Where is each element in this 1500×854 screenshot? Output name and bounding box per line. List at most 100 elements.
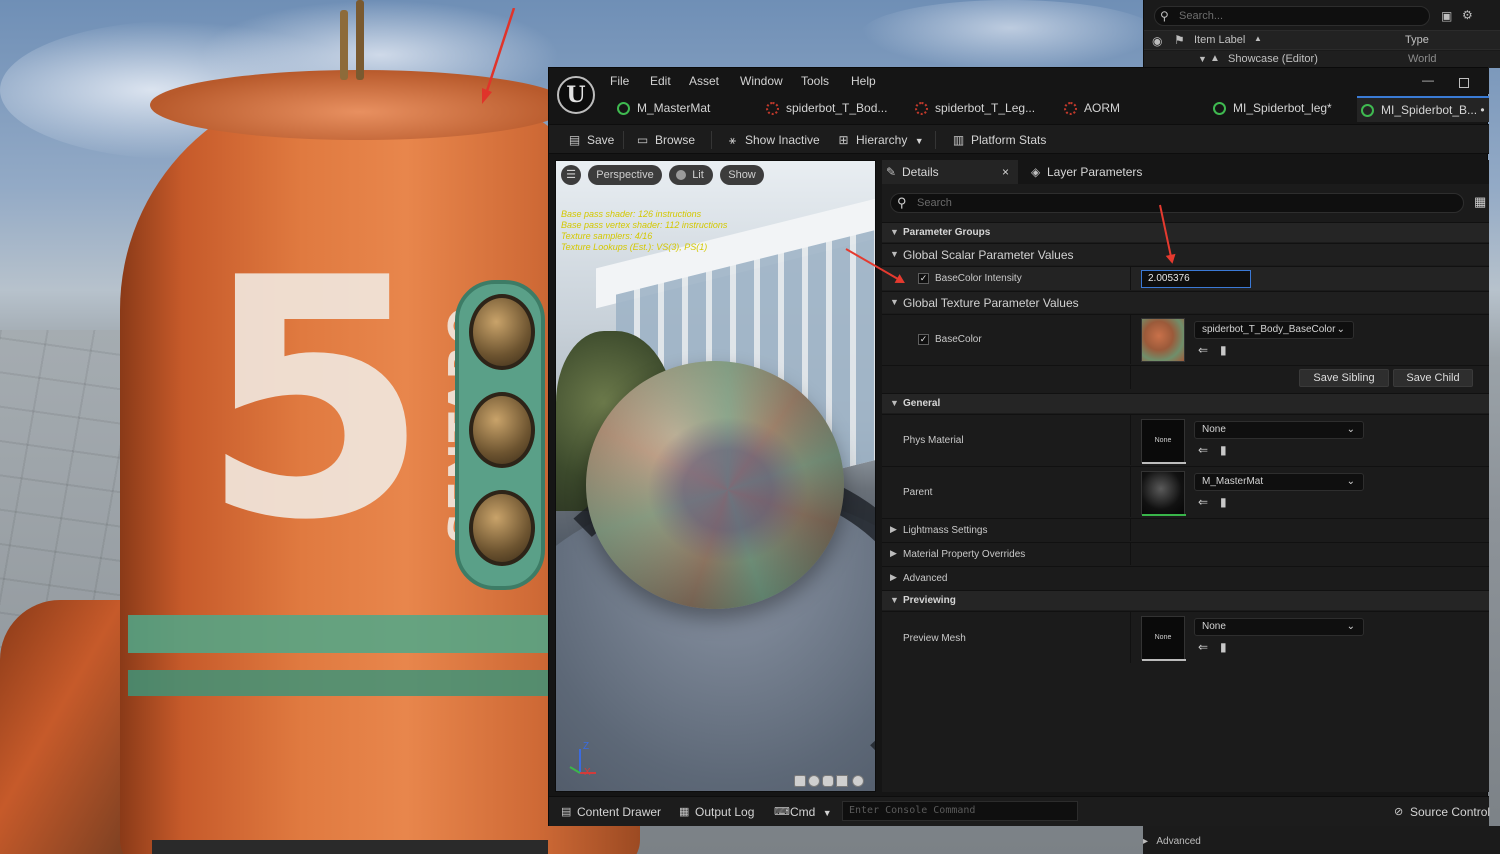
use-selected-arrow-icon[interactable]: ⇐: [1198, 640, 1208, 654]
tab-details[interactable]: ✎ Details ×: [882, 160, 1018, 184]
section-general[interactable]: ▼ General: [882, 393, 1489, 413]
outliner-row[interactable]: ▼ ▲ Showcase (Editor) World: [1144, 51, 1500, 68]
tab-m-mastermat[interactable]: M_MasterMat: [613, 96, 753, 122]
browse-asset-icon[interactable]: ▮: [1220, 443, 1227, 457]
world-icon: ▲: [1210, 53, 1220, 64]
phys-material-thumbnail[interactable]: None: [1141, 419, 1186, 464]
platform-stats-label: Platform Stats: [971, 133, 1047, 147]
section-global-texture[interactable]: ▼ Global Texture Parameter Values: [882, 291, 1489, 313]
browse-button[interactable]: ▭ Browse: [635, 130, 695, 150]
cube-shape-icon[interactable]: [836, 775, 848, 787]
menu-window[interactable]: Window: [740, 74, 783, 88]
minimize-icon[interactable]: —: [1421, 73, 1435, 87]
row-phys-material: Phys Material None None ⌄ ⇐ ▮: [882, 414, 1489, 465]
use-selected-arrow-icon[interactable]: ⇐: [1198, 495, 1208, 509]
teapot-shape-icon[interactable]: [852, 775, 864, 787]
save-label: Save: [587, 133, 615, 147]
browse-asset-icon[interactable]: ▮: [1220, 343, 1227, 357]
tab-spiderbot-t-leg[interactable]: spiderbot_T_Leg...: [911, 96, 1053, 122]
parent-combo[interactable]: M_MasterMat ⌄: [1194, 473, 1364, 491]
sphere-shape-icon[interactable]: [808, 775, 820, 787]
maximize-icon[interactable]: [1459, 78, 1469, 88]
viewport-menu-icon[interactable]: ☰: [561, 165, 581, 185]
section-parameter-groups[interactable]: ▼ Parameter Groups: [882, 222, 1489, 242]
section-global-scalar[interactable]: ▼ Global Scalar Parameter Values: [882, 243, 1489, 265]
material-instance-icon: [1213, 102, 1226, 115]
hierarchy-dropdown[interactable]: ⊞ Hierarchy ▼: [836, 130, 923, 150]
basecolor-intensity-checkbox[interactable]: ✓: [918, 273, 929, 284]
material-preview-viewport[interactable]: ☰ Perspective Lit Show Base pass shader:…: [555, 160, 876, 792]
outliner-item-type: World: [1408, 53, 1437, 65]
outliner-search-input[interactable]: ⚲ Search...: [1154, 6, 1430, 26]
unreal-logo-icon[interactable]: U: [557, 76, 595, 114]
plane-shape-icon[interactable]: [822, 775, 834, 787]
column-type[interactable]: Type: [1405, 34, 1429, 46]
tab-mi-spiderbot-leg[interactable]: MI_Spiderbot_leg*: [1209, 96, 1351, 122]
basecolor-texture-combo[interactable]: spiderbot_T_Body_BaseColor ⌄: [1194, 321, 1354, 339]
console-command-input[interactable]: Enter Console Command: [842, 801, 1078, 821]
table-view-icon[interactable]: ▦: [1474, 195, 1488, 209]
save-child-button[interactable]: Save Child: [1393, 369, 1473, 387]
visibility-eye-icon[interactable]: ◉: [1152, 34, 1162, 48]
column-divider: [1130, 366, 1131, 389]
show-button[interactable]: Show: [720, 165, 764, 185]
show-inactive-button[interactable]: ⚹ Show Inactive: [725, 130, 820, 150]
phys-material-combo[interactable]: None ⌄: [1194, 421, 1364, 439]
save-button[interactable]: ▤ Save: [567, 130, 615, 150]
level-bottom-bar: [152, 840, 548, 854]
menu-edit[interactable]: Edit: [650, 74, 671, 88]
perspective-button[interactable]: Perspective: [588, 165, 662, 185]
menu-tools[interactable]: Tools: [801, 74, 829, 88]
basecolor-checkbox[interactable]: ✓: [918, 334, 929, 345]
cmd-dropdown[interactable]: ⌨ Cmd ▼: [774, 804, 832, 820]
basecolor-texture-thumbnail[interactable]: [1141, 318, 1185, 362]
thumb-label: None: [1154, 634, 1172, 641]
browse-folder-icon: ▭: [636, 133, 649, 147]
use-selected-arrow-icon[interactable]: ⇐: [1198, 343, 1208, 357]
param-name: Advanced: [903, 573, 948, 584]
menu-asset[interactable]: Asset: [689, 74, 719, 88]
content-drawer-button[interactable]: ▤ Content Drawer: [561, 804, 661, 820]
search-icon: ⚲: [1160, 9, 1169, 23]
row-advanced[interactable]: ▶ Advanced: [882, 566, 1489, 589]
parent-material-thumbnail[interactable]: [1141, 471, 1186, 516]
platform-stats-button[interactable]: ▥ Platform Stats: [951, 130, 1047, 150]
chevron-down-icon: ⌄: [1346, 621, 1355, 632]
output-log-button[interactable]: ▦ Output Log: [679, 804, 754, 820]
browse-asset-icon[interactable]: ▮: [1220, 495, 1227, 509]
robot-antenna: [356, 0, 364, 80]
pin-icon[interactable]: ⚑: [1174, 33, 1185, 47]
column-item-label[interactable]: Item Label: [1194, 34, 1245, 46]
source-control-button[interactable]: ⊘ Source Control: [1394, 804, 1490, 820]
advanced-section-label[interactable]: ▸ Advanced: [1143, 836, 1201, 847]
tab-spiderbot-t-body[interactable]: spiderbot_T_Bod...: [762, 96, 904, 122]
chevron-down-icon: ▼: [822, 808, 832, 818]
preview-mesh-thumbnail[interactable]: None: [1141, 616, 1186, 661]
row-material-property-overrides[interactable]: ▶ Material Property Overrides: [882, 542, 1489, 565]
row-lightmass-settings[interactable]: ▶ Lightmass Settings: [882, 518, 1489, 541]
use-selected-arrow-icon[interactable]: ⇐: [1198, 443, 1208, 457]
tab-aorm[interactable]: AORM: [1060, 96, 1202, 122]
menu-file[interactable]: File: [610, 74, 629, 88]
section-previewing[interactable]: ▼ Previewing: [882, 590, 1489, 610]
add-folder-icon[interactable]: ▣: [1441, 9, 1452, 23]
browse-asset-icon[interactable]: ▮: [1220, 640, 1227, 654]
cylinder-shape-icon[interactable]: [794, 775, 806, 787]
details-search-input[interactable]: ⚲ Search: [890, 193, 1464, 213]
expand-arrow-icon[interactable]: ▼: [1198, 52, 1207, 66]
thumb-bar: [1142, 462, 1186, 464]
chevron-down-icon: ⌄: [1346, 424, 1355, 435]
expand-arrow-icon: ▶: [890, 572, 897, 582]
gear-icon[interactable]: ⚙: [1462, 8, 1473, 22]
close-tab-icon[interactable]: ×: [1002, 160, 1009, 184]
output-log-label: Output Log: [695, 805, 755, 819]
menu-help[interactable]: Help: [851, 74, 876, 88]
tab-mi-spiderbot-body[interactable]: MI_Spiderbot_B... •: [1357, 96, 1489, 122]
asset-tab-bar: M_MasterMat spiderbot_T_Bod... spiderbot…: [605, 96, 1489, 122]
preview-mesh-combo[interactable]: None ⌄: [1194, 618, 1364, 636]
tab-layer-parameters[interactable]: ◈ Layer Parameters: [1027, 160, 1187, 184]
basecolor-intensity-input[interactable]: 2.005376: [1141, 270, 1251, 288]
save-sibling-button[interactable]: Save Sibling: [1299, 369, 1389, 387]
param-name: Preview Mesh: [903, 633, 966, 644]
lit-button[interactable]: Lit: [669, 165, 713, 185]
